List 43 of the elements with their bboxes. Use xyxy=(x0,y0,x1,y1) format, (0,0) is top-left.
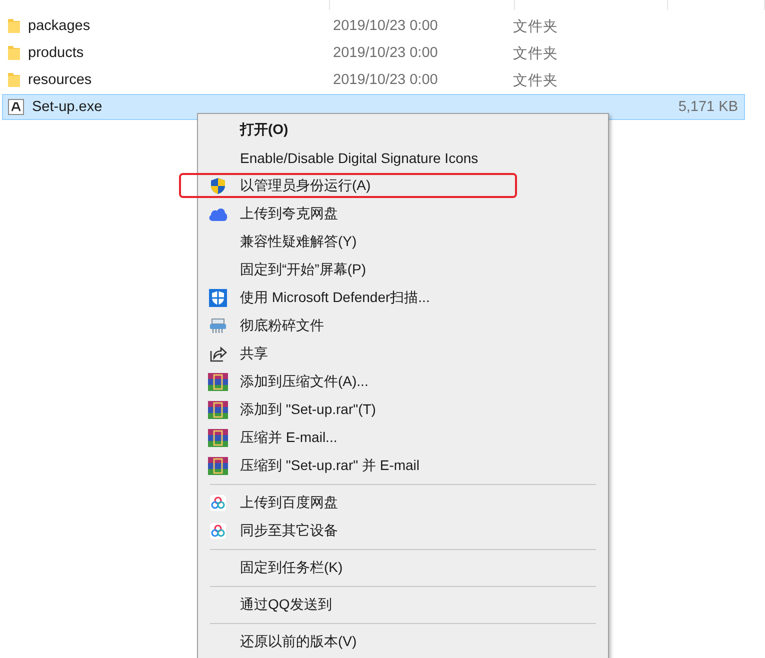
file-name: packages xyxy=(28,18,90,34)
file-type: 文件夹 xyxy=(513,44,559,62)
shield-icon xyxy=(208,177,228,195)
menu-item[interactable]: 通过QQ发送到 xyxy=(198,591,608,619)
date-modified: 2019/10/23 0:00 xyxy=(333,18,439,34)
menu-item[interactable]: 使用 Microsoft Defender扫描... xyxy=(198,284,608,312)
file-row[interactable]: resources 2019/10/23 0:00 文件夹 xyxy=(2,67,745,93)
file-type: 文件夹 xyxy=(513,72,559,90)
menu-item[interactable]: 上传到夸克网盘 xyxy=(198,200,608,228)
menu-item[interactable]: 压缩并 E-mail... xyxy=(198,424,608,452)
folder-icon xyxy=(8,72,20,88)
date-modified: 2019/10/23 0:00 xyxy=(333,72,439,88)
file-type: 文件夹 xyxy=(513,18,559,36)
archive-icon xyxy=(208,401,228,419)
menu-item[interactable]: 固定到“开始”屏幕(P) xyxy=(198,256,608,284)
menu-item[interactable]: 压缩到 "Set-up.rar" 并 E-mail xyxy=(198,452,608,480)
shield-icon xyxy=(208,289,228,307)
share-icon xyxy=(208,345,228,363)
menu-item[interactable]: Enable/Disable Digital Signature Icons xyxy=(198,144,608,172)
file-name: resources xyxy=(28,72,92,88)
file-size: 5,171 KB xyxy=(677,99,739,115)
file-name: products xyxy=(28,45,84,61)
menu-item[interactable]: 以管理员身份运行(A) xyxy=(198,172,608,200)
menu-item[interactable]: 彻底粉碎文件 xyxy=(198,312,608,340)
archive-icon xyxy=(208,457,228,475)
menu-item[interactable]: 还原以前的版本(V) xyxy=(198,628,608,656)
shredder-icon xyxy=(208,317,228,335)
menu-item[interactable]: 兼容性疑难解答(Y) xyxy=(198,228,608,256)
menu-item[interactable]: 添加到 "Set-up.rar"(T) xyxy=(198,396,608,424)
menu-item[interactable]: 固定到任务栏(K) xyxy=(198,554,608,582)
menu-item[interactable]: 共享 xyxy=(198,340,608,368)
folder-icon xyxy=(8,45,20,61)
file-row[interactable]: packages 2019/10/23 0:00 文件夹 xyxy=(2,13,745,39)
file-name: Set-up.exe xyxy=(32,99,102,115)
menu-item[interactable]: 同步至其它设备 xyxy=(198,517,608,545)
menu-item[interactable]: 添加到压缩文件(A)... xyxy=(198,368,608,396)
file-row[interactable]: products 2019/10/23 0:00 文件夹 xyxy=(2,40,745,66)
folder-icon xyxy=(8,18,20,34)
date-modified: 2019/10/23 0:00 xyxy=(333,45,439,61)
archive-icon xyxy=(208,429,228,447)
menu-item[interactable]: 上传到百度网盘 xyxy=(198,489,608,517)
app-icon xyxy=(8,99,24,115)
archive-icon xyxy=(208,373,228,391)
